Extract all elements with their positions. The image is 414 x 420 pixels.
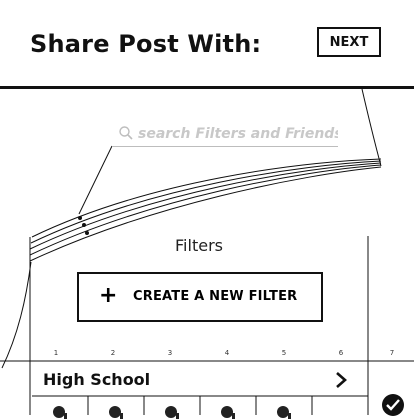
page-title: Share Post With: <box>30 30 262 58</box>
column-number: 5 <box>281 349 287 357</box>
avatar-icon <box>221 406 235 419</box>
column-number: 3 <box>167 349 173 357</box>
header-divider <box>0 86 414 89</box>
column-number: 4 <box>224 349 230 357</box>
filter-item-label: High School <box>43 370 151 389</box>
column-number: 1 <box>53 349 59 357</box>
search-bar[interactable] <box>118 124 338 146</box>
chevron-right-icon[interactable] <box>332 370 350 390</box>
filter-item-high-school[interactable]: High School <box>32 364 368 396</box>
avatar-icon <box>277 406 291 419</box>
checkmark-icon[interactable] <box>380 392 406 418</box>
filters-section-label: Filters <box>175 236 223 255</box>
search-underline <box>112 146 338 147</box>
search-icon <box>119 126 133 140</box>
avatar-icon <box>53 406 67 419</box>
plus-icon: + <box>99 283 118 308</box>
create-new-filter-label: CREATE A NEW FILTER <box>133 289 298 304</box>
avatar-icon <box>109 406 123 419</box>
column-number: 6 <box>338 349 344 357</box>
next-button[interactable]: NEXT <box>317 27 381 57</box>
column-number: 2 <box>110 349 116 357</box>
create-new-filter-button[interactable]: + CREATE A NEW FILTER <box>77 272 323 322</box>
column-number: 7 <box>389 349 395 357</box>
search-input[interactable] <box>138 124 338 144</box>
avatar-icon <box>165 406 179 419</box>
app-header: Share Post With: NEXT <box>0 0 414 88</box>
